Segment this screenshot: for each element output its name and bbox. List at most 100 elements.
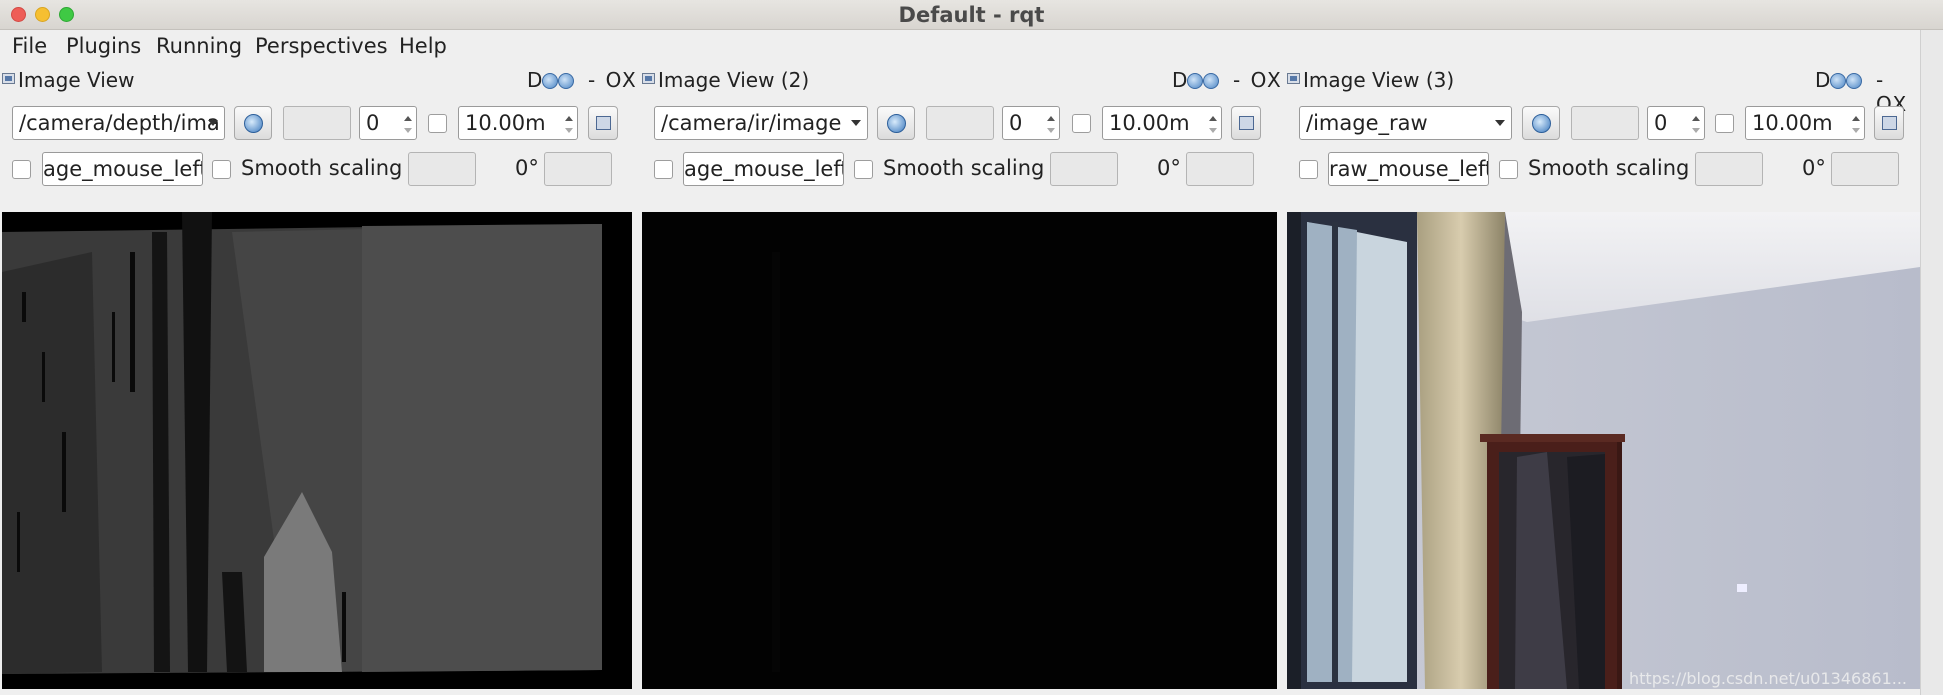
color-scheme-box[interactable] [283,106,351,140]
smooth-scaling-checkbox[interactable] [1499,160,1518,179]
save-icon [1882,116,1897,130]
topic-select[interactable]: /camera/depth/ima [12,106,225,140]
menu-running[interactable]: Running [156,34,242,58]
refresh-topics-button[interactable] [877,106,915,140]
color-scheme-box[interactable] [926,106,994,140]
smooth-scaling-label: Smooth scaling [1528,156,1690,180]
dynamic-range-checkbox[interactable] [1072,114,1091,133]
save-icon [596,116,611,130]
rotation-label: 0° [1157,156,1181,180]
room-photo [1287,212,1920,689]
ir-image-view[interactable] [642,212,1277,689]
topic-select-value: /camera/depth/ima [19,111,220,135]
max-value-spinbox[interactable]: 10.00m [458,106,578,140]
window-scrollbar[interactable] [1920,30,1943,695]
rotate-left-button[interactable] [1695,152,1763,186]
menu-plugins[interactable]: Plugins [66,34,141,58]
save-image-button[interactable] [1874,106,1904,140]
rotate-left-button[interactable] [408,152,476,186]
panel-icon [1287,73,1300,84]
dynamic-range-checkbox[interactable] [1715,114,1734,133]
spin-down-icon[interactable] [1852,128,1860,133]
reload-panel-icon[interactable] [542,73,559,89]
spin-up-icon[interactable] [565,116,573,121]
dynamic-range-checkbox[interactable] [428,114,447,133]
menu-bar: File Plugins Running Perspectives Help [0,30,1920,64]
rotate-right-button[interactable] [1186,152,1254,186]
help-icon[interactable] [558,73,575,89]
smooth-scaling-label: Smooth scaling [883,156,1045,180]
refresh-topics-button[interactable] [1522,106,1560,140]
publish-click-checkbox[interactable] [654,160,673,179]
max-value-spinbox[interactable]: 10.00m [1745,106,1865,140]
rotation-label: 0° [515,156,539,180]
min-value-spinbox[interactable]: 0 [359,106,417,140]
rotate-right-button[interactable] [544,152,612,186]
camera-image-view[interactable] [1287,212,1920,689]
panel-help-controls: D [1172,68,1220,92]
color-scheme-box[interactable] [1571,106,1639,140]
min-value-spinbox[interactable]: 0 [1647,106,1705,140]
chevron-down-icon [1495,120,1505,126]
window-titlebar: Default - rqt [0,0,1943,30]
spin-down-icon[interactable] [1692,128,1700,133]
depth-image-view[interactable] [2,212,632,689]
min-value: 0 [366,111,380,135]
dock-label[interactable]: D [1815,68,1830,92]
min-value-spinbox[interactable]: 0 [1002,106,1060,140]
spin-up-icon[interactable] [1852,116,1860,121]
rotate-right-button[interactable] [1831,152,1899,186]
menu-help[interactable]: Help [399,34,447,58]
window-title: Default - rqt [898,3,1045,27]
depth-image [2,212,632,689]
dock-label[interactable]: D [527,68,542,92]
topic-select[interactable]: /image_raw [1299,106,1512,140]
spin-up-icon[interactable] [1047,116,1055,121]
reload-panel-icon[interactable] [1187,73,1204,89]
panel-icon [2,73,15,84]
save-image-button[interactable] [1231,106,1261,140]
panel-window-controls[interactable]: - OX [1233,68,1283,92]
spin-up-icon[interactable] [1692,116,1700,121]
max-value: 10.00m [1752,111,1833,135]
mouse-topic-input[interactable]: age_mouse_left [683,152,844,186]
panel-title: Image View (2) [658,68,810,92]
menu-file[interactable]: File [12,34,47,58]
mouse-topic-input[interactable]: raw_mouse_left [1328,152,1489,186]
publish-click-checkbox[interactable] [12,160,31,179]
min-value: 0 [1654,111,1668,135]
panel-title: Image View [18,68,135,92]
panel-icon [642,73,655,84]
spin-down-icon[interactable] [1047,128,1055,133]
reload-panel-icon[interactable] [1830,73,1847,89]
spin-down-icon[interactable] [404,128,412,133]
refresh-icon [887,114,906,133]
panel-title: Image View (3) [1303,68,1455,92]
max-value-spinbox[interactable]: 10.00m [1102,106,1222,140]
refresh-topics-button[interactable] [234,106,272,140]
spin-up-icon[interactable] [1209,116,1217,121]
help-icon[interactable] [1846,73,1863,89]
smooth-scaling-label: Smooth scaling [241,156,403,180]
save-image-button[interactable] [588,106,618,140]
smooth-scaling-checkbox[interactable] [212,160,231,179]
chevron-down-icon [851,120,861,126]
image-view-panel-3: Image View (3) D - OX /image_raw 0 10.00… [1285,64,1920,695]
help-icon[interactable] [1203,73,1220,89]
dock-label[interactable]: D [1172,68,1187,92]
watermark-text: https://blog.csdn.net/u01346861... [1629,669,1907,688]
smooth-scaling-checkbox[interactable] [854,160,873,179]
chevron-down-icon [208,120,218,126]
panel-window-controls[interactable]: - OX [588,68,638,92]
spin-up-icon[interactable] [404,116,412,121]
topic-select[interactable]: /camera/ir/image [654,106,868,140]
max-value: 10.00m [1109,111,1190,135]
menu-perspectives[interactable]: Perspectives [255,34,388,58]
spin-down-icon[interactable] [1209,128,1217,133]
image-view-panel-1: Image View D - OX /camera/depth/ima 0 10… [0,64,640,695]
rotate-left-button[interactable] [1050,152,1118,186]
spin-down-icon[interactable] [565,128,573,133]
mouse-topic-input[interactable]: age_mouse_left [42,152,203,186]
publish-click-checkbox[interactable] [1299,160,1318,179]
save-icon [1239,116,1254,130]
